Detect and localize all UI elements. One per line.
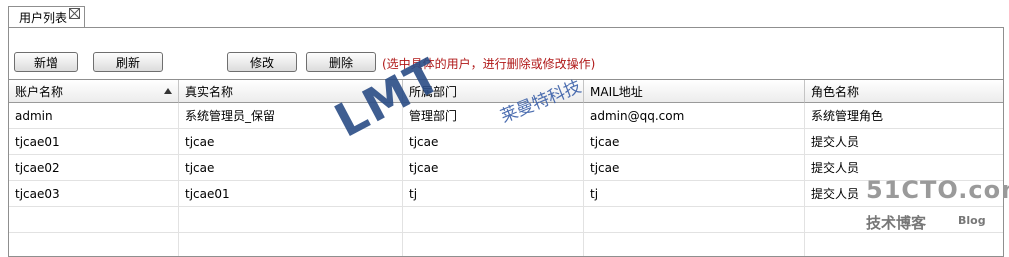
column-header-label: MAIL地址 xyxy=(590,84,643,99)
empty-cell xyxy=(9,233,179,256)
blog-watermark: 技术博客 xyxy=(866,214,927,232)
empty-cell xyxy=(9,207,179,233)
table-row[interactable]: tjcae01 tjcae tjcae tjcae 提交人员 xyxy=(9,129,1003,155)
cell-real-name: tjcae xyxy=(179,155,403,181)
table-row[interactable]: tjcae03 tjcae01 tj tj 提交人员 xyxy=(9,181,1003,207)
cell-mail: tjcae xyxy=(584,129,805,155)
cell-mail: tjcae xyxy=(584,155,805,181)
cell-department: tjcae xyxy=(403,129,584,155)
cell-role: 系统管理角色 xyxy=(811,109,884,123)
empty-cell xyxy=(584,207,805,233)
empty-cell xyxy=(805,233,1003,256)
tab-label: 用户列表 xyxy=(19,11,68,25)
add-button[interactable]: 新增 xyxy=(14,52,78,72)
column-header-mail[interactable]: MAIL地址 xyxy=(584,80,805,103)
cell-account: tjcae03 xyxy=(9,181,179,207)
cell-department: tjcae xyxy=(403,155,584,181)
column-header-label: 真实名称 xyxy=(185,84,234,99)
empty-cell xyxy=(179,233,403,256)
cell-mail: admin@qq.com xyxy=(584,103,805,129)
cell-account: tjcae02 xyxy=(9,155,179,181)
blog-en-watermark: Blog xyxy=(958,214,986,227)
cell-department: 管理部门 xyxy=(403,103,584,129)
edit-button[interactable]: 修改 xyxy=(227,52,297,72)
cell-department: tj xyxy=(403,181,584,207)
cell-account: tjcae01 xyxy=(9,129,179,155)
cell-mail: tj xyxy=(584,181,805,207)
close-x-icon[interactable] xyxy=(69,8,81,19)
refresh-button[interactable]: 刷新 xyxy=(93,52,163,72)
site-watermark: 51CTO.com xyxy=(866,176,1009,204)
empty-row xyxy=(9,233,1003,256)
column-header-label: 账户名称 xyxy=(15,84,64,99)
column-header-account[interactable]: 账户名称 xyxy=(9,80,179,103)
column-header-label: 角色名称 xyxy=(811,84,860,99)
cell-role: 提交人员 xyxy=(811,135,860,149)
empty-cell xyxy=(403,207,584,233)
column-header-role[interactable]: 角色名称 xyxy=(805,80,1003,103)
cell-real-name: tjcae01 xyxy=(179,181,403,207)
empty-cell xyxy=(584,233,805,256)
tab-user-list[interactable]: 用户列表 xyxy=(8,6,86,28)
empty-row xyxy=(9,207,1003,233)
empty-cell xyxy=(179,207,403,233)
empty-cell xyxy=(403,233,584,256)
cell-account: admin xyxy=(9,103,179,129)
delete-button[interactable]: 删除 xyxy=(306,52,376,72)
table-row[interactable]: tjcae02 tjcae tjcae tjcae 提交人员 xyxy=(9,155,1003,181)
sort-ascending-icon[interactable] xyxy=(164,88,172,94)
